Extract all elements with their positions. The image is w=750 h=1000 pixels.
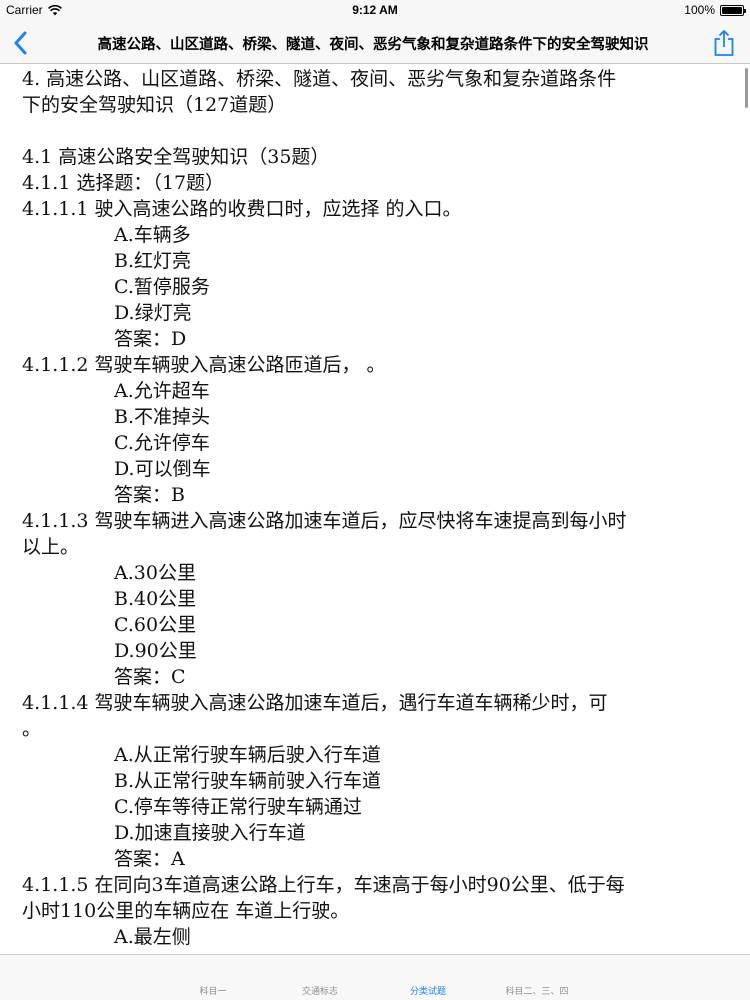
option-text: D.加速直接驶入行车道 <box>114 822 306 844</box>
status-bar: Carrier 9:12 AM 100% <box>0 0 750 22</box>
tab-traffic-signs[interactable]: 交通标志 <box>265 955 375 1000</box>
option-text: D.可以倒车 <box>114 458 211 480</box>
tab-subject-one[interactable]: 科目一 <box>158 955 268 1000</box>
answer-text: 答案：C <box>114 666 186 688</box>
tab-label: 分类试题 <box>409 987 446 997</box>
option-text: A.车辆多 <box>114 224 191 246</box>
app-screen: Carrier 9:12 AM 100% 高速公路、山区道路、桥梁、隧道、夜间、 <box>0 0 750 1000</box>
option-text: B.40公里 <box>114 588 197 610</box>
page-title: 高速公路、山区道路、桥梁、隧道、夜间、恶劣气象和复杂道路条件下的安全驾驶知识 <box>97 37 649 53</box>
tab-category-questions[interactable]: 分类试题 <box>373 955 483 1000</box>
option-text: B.红灯亮 <box>114 250 192 272</box>
option-text: C.允许停车 <box>114 432 210 454</box>
tab-label: 科目一 <box>199 987 227 997</box>
share-button[interactable] <box>710 27 738 59</box>
scroll-indicator[interactable] <box>745 68 748 108</box>
question-text-continued: 小时110公里的车辆应在 车道上行驶。 <box>22 900 350 922</box>
option-text: A.最左侧 <box>114 926 191 948</box>
status-right: 100% <box>684 3 746 17</box>
option-text: B.不准掉头 <box>114 406 211 428</box>
answer-text: 答案：A <box>114 848 185 870</box>
share-icon <box>714 30 734 56</box>
question-text-continued: 。 <box>22 718 42 740</box>
question-text: 4.1.1.2 驾驶车辆驶入高速公路匝道后， 。 <box>22 354 386 376</box>
back-button[interactable] <box>6 28 34 58</box>
option-text: B.从正常行驶车辆前驶入行车道 <box>114 770 382 792</box>
question-text: 4.1.1.3 驾驶车辆进入高速公路加速车道后，应尽快将车速提高到每小时 <box>22 510 627 532</box>
tab-label: 交通标志 <box>301 987 338 997</box>
question-text: 4.1.1.4 驾驶车辆驶入高速公路加速车道后，遇行车道车辆稀少时，可 <box>22 692 608 714</box>
option-text: C.60公里 <box>114 614 197 636</box>
tab-bar: 科目一 交通标志 分类试题 科目二、三、四 <box>0 954 750 1000</box>
option-text: A.从正常行驶车辆后驶入行车道 <box>114 744 381 766</box>
heading-line: 下的安全驾驶知识（127道题） <box>22 94 287 116</box>
heading-line: 4. 高速公路、山区道路、桥梁、隧道、夜间、恶劣气象和复杂道路条件 <box>22 68 617 90</box>
battery-percent: 100% <box>684 3 715 17</box>
option-text: D.绿灯亮 <box>114 302 192 324</box>
navigation-bar: 高速公路、山区道路、桥梁、隧道、夜间、恶劣气象和复杂道路条件下的安全驾驶知识 <box>0 22 750 64</box>
option-text: A.允许超车 <box>114 380 210 402</box>
section-heading: 4.1 高速公路安全驾驶知识（35题） <box>22 146 330 168</box>
battery-fill <box>722 6 742 14</box>
tab-subjects-two-three-four[interactable]: 科目二、三、四 <box>482 955 592 1000</box>
document-viewer[interactable]: 4. 高速公路、山区道路、桥梁、隧道、夜间、恶劣气象和复杂道路条件 下的安全驾驶… <box>0 64 750 954</box>
chevron-left-icon <box>14 31 27 55</box>
status-time: 9:12 AM <box>352 3 398 17</box>
question-text-continued: 以上。 <box>22 536 80 558</box>
option-text: A.30公里 <box>114 562 196 584</box>
question-text: 4.1.1.1 驶入高速公路的收费口时，应选择 的入口。 <box>22 198 462 220</box>
option-text: C.停车等待正常行驶车辆通过 <box>114 796 362 818</box>
battery-icon <box>720 4 746 16</box>
answer-text: 答案：D <box>114 328 187 350</box>
option-text: C.暂停服务 <box>114 276 210 298</box>
subsection-heading: 4.1.1 选择题：（17题） <box>22 172 225 194</box>
answer-text: 答案：B <box>114 484 185 506</box>
tab-label: 科目二、三、四 <box>505 987 569 997</box>
question-text: 4.1.1.5 在同向3车道高速公路上行车，车速高于每小时90公里、低于每 <box>22 874 625 896</box>
option-text: D.90公里 <box>114 640 197 662</box>
